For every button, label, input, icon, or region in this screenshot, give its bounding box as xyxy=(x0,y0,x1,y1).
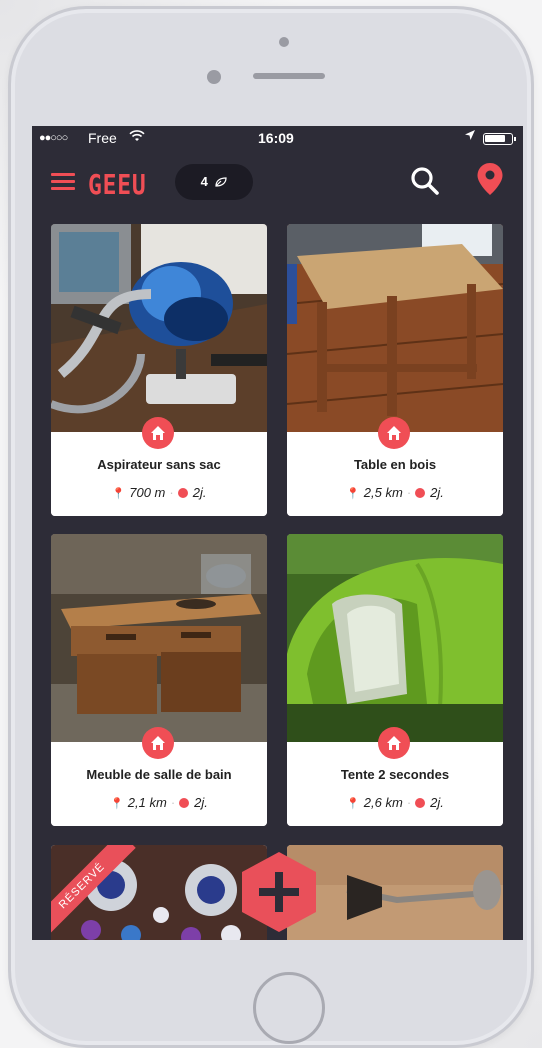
distance-pin-icon: 📍 xyxy=(111,488,126,500)
listing-info: Table en bois 📍 2,5 km · 2j. xyxy=(287,417,503,516)
listing-distance: 2,5 km xyxy=(363,485,403,500)
listing-meta: 📍 2,1 km · 2j. xyxy=(110,795,208,810)
listing-card[interactable]: Tente 2 secondes 📍 2,6 km · 2j. xyxy=(287,534,503,826)
battery-icon xyxy=(483,133,516,145)
listing-title: Meuble de salle de bain xyxy=(86,767,232,782)
status-bar: ●●○○○ Free 16:09 xyxy=(32,126,523,152)
carrier-name: Free xyxy=(88,130,117,146)
listing-info: Tente 2 secondes 📍 2,6 km · 2j. xyxy=(287,727,503,826)
camera-dot xyxy=(279,37,289,47)
wifi-icon xyxy=(129,129,145,146)
app-screen: ●●○○○ Free 16:09 GEEU 4 Aspirateur sans … xyxy=(32,126,523,940)
listing-photo-tent xyxy=(287,534,503,742)
listing-distance: 2,1 km xyxy=(127,795,167,810)
listing-info: Aspirateur sans sac 📍 700 m · 2j. xyxy=(51,417,267,516)
leaf-icon xyxy=(215,174,228,189)
home-icon xyxy=(142,727,174,759)
location-arrow-icon xyxy=(464,129,476,144)
distance-pin-icon: 📍 xyxy=(346,488,360,500)
listing-photo-table xyxy=(287,224,503,432)
listing-title: Aspirateur sans sac xyxy=(97,457,221,472)
listing-age: 2j. xyxy=(430,485,444,500)
clock-icon xyxy=(177,488,188,498)
listing-card[interactable]: Meuble de salle de bain 📍 2,1 km · 2j. xyxy=(51,534,267,826)
listing-meta: 📍 2,6 km · 2j. xyxy=(346,795,444,810)
home-icon xyxy=(378,727,410,759)
listing-distance: 2,6 km xyxy=(363,795,403,810)
listing-photo-vacuum xyxy=(51,224,267,432)
hamburger-menu-icon[interactable] xyxy=(51,173,75,195)
listing-card[interactable]: Table en bois 📍 2,5 km · 2j. xyxy=(287,224,503,516)
search-icon[interactable] xyxy=(410,166,440,196)
signal-strength: ●●○○○ xyxy=(39,132,68,144)
nav-bar: GEEU 4 xyxy=(32,152,523,224)
listing-card-reserved[interactable]: RÉSERVÉ xyxy=(51,845,267,940)
front-camera xyxy=(207,70,221,84)
listing-title: Tente 2 secondes xyxy=(340,767,450,782)
listing-distance: 700 m xyxy=(129,485,166,500)
map-pin-icon[interactable] xyxy=(476,162,504,196)
listing-photo-cabinet xyxy=(51,534,267,742)
listing-info: Meuble de salle de bain 📍 2,1 km · 2j. xyxy=(51,727,267,826)
app-logo: GEEU xyxy=(88,168,147,201)
leaf-counter-pill[interactable]: 4 xyxy=(175,164,253,200)
status-time: 16:09 xyxy=(258,130,294,146)
listing-card[interactable]: Aspirateur sans sac 📍 700 m · 2j. xyxy=(51,224,267,516)
counter-value: 4 xyxy=(200,174,208,189)
clock-icon xyxy=(179,798,190,808)
speaker-grille xyxy=(253,73,325,79)
home-icon xyxy=(142,417,174,449)
home-button[interactable] xyxy=(253,972,325,1044)
listing-age: 2j. xyxy=(194,795,208,810)
listing-meta: 📍 700 m · 2j. xyxy=(111,485,207,500)
listing-age: 2j. xyxy=(192,485,207,500)
distance-pin-icon: 📍 xyxy=(110,798,124,810)
home-icon xyxy=(378,417,410,449)
distance-pin-icon: 📍 xyxy=(346,798,360,810)
listing-meta: 📍 2,5 km · 2j. xyxy=(346,485,444,500)
listing-title: Table en bois xyxy=(353,457,437,472)
listing-age: 2j. xyxy=(430,795,444,810)
add-listing-button[interactable] xyxy=(238,850,320,934)
clock-icon xyxy=(415,488,426,498)
clock-icon xyxy=(415,798,426,808)
